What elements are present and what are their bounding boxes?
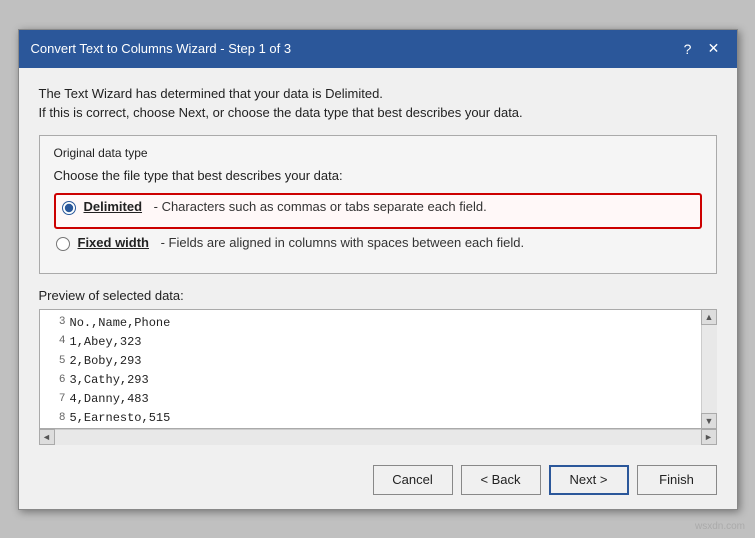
row-num: 4 — [46, 333, 66, 351]
table-row: 6 3,Cathy,293 — [46, 371, 694, 390]
row-content: 1,Abey,323 — [70, 333, 142, 352]
button-row: Cancel < Back Next > Finish — [19, 455, 737, 509]
scroll-thumb-area — [702, 325, 717, 413]
scroll-up-arrow[interactable]: ▲ — [701, 309, 717, 325]
intro-line2: If this is correct, choose Next, or choo… — [39, 103, 717, 123]
back-button[interactable]: < Back — [461, 465, 541, 495]
table-row: 5 2,Boby,293 — [46, 352, 694, 371]
row-num: 8 — [46, 410, 66, 428]
vertical-scrollbar[interactable]: ▲ ▼ — [701, 309, 717, 429]
cancel-button[interactable]: Cancel — [373, 465, 453, 495]
fixed-width-label: Fixed width — [78, 235, 150, 250]
row-num: 3 — [46, 314, 66, 332]
scroll-down-arrow[interactable]: ▼ — [701, 413, 717, 429]
finish-button[interactable]: Finish — [637, 465, 717, 495]
table-row: 3 No.,Name,Phone — [46, 314, 694, 333]
row-num: 7 — [46, 391, 66, 409]
dialog-body: The Text Wizard has determined that your… — [19, 68, 737, 455]
help-button[interactable]: ? — [677, 38, 699, 60]
close-button[interactable]: ✕ — [703, 38, 725, 60]
table-row: 8 5,Earnesto,515 — [46, 409, 694, 428]
delimited-desc: - Characters such as commas or tabs sepa… — [150, 199, 487, 214]
watermark: wsxdn.com — [695, 521, 745, 532]
row-content: 3,Cathy,293 — [70, 371, 149, 390]
title-bar: Convert Text to Columns Wizard - Step 1 … — [19, 30, 737, 68]
delimited-label: Delimited — [84, 199, 143, 214]
row-content: 4,Danny,483 — [70, 390, 149, 409]
h-scroll-thumb-area — [55, 430, 701, 445]
title-bar-buttons: ? ✕ — [677, 38, 725, 60]
preview-label: Preview of selected data: — [39, 288, 717, 303]
preview-box[interactable]: 3 No.,Name,Phone 4 1,Abey,323 5 2,Boby,2… — [39, 309, 717, 429]
preview-scroll-area: 3 No.,Name,Phone 4 1,Abey,323 5 2,Boby,2… — [40, 310, 700, 429]
table-row: 7 4,Danny,483 — [46, 390, 694, 409]
row-content: No.,Name,Phone — [70, 314, 171, 333]
row-num: 5 — [46, 353, 66, 371]
wizard-dialog: Convert Text to Columns Wizard - Step 1 … — [18, 29, 738, 510]
table-row: 4 1,Abey,323 — [46, 333, 694, 352]
fixed-width-option[interactable]: Fixed width - Fields are aligned in colu… — [56, 235, 702, 251]
fixed-width-desc: - Fields are aligned in columns with spa… — [157, 235, 524, 250]
intro-text: The Text Wizard has determined that your… — [39, 84, 717, 123]
preview-container: 3 No.,Name,Phone 4 1,Abey,323 5 2,Boby,2… — [39, 309, 717, 445]
scroll-left-arrow[interactable]: ◄ — [39, 429, 55, 445]
original-data-type-group: Original data type Choose the file type … — [39, 135, 717, 274]
next-button[interactable]: Next > — [549, 465, 629, 495]
scroll-right-arrow[interactable]: ► — [701, 429, 717, 445]
fixed-width-radio[interactable] — [56, 237, 70, 251]
row-content: 2,Boby,293 — [70, 352, 142, 371]
group-label: Original data type — [54, 146, 702, 160]
row-content: 5,Earnesto,515 — [70, 409, 171, 428]
horizontal-scrollbar[interactable]: ◄ ► — [39, 429, 717, 445]
dialog-title: Convert Text to Columns Wizard - Step 1 … — [31, 41, 292, 56]
delimited-option[interactable]: Delimited - Characters such as commas or… — [62, 199, 694, 215]
radio-group-label: Choose the file type that best describes… — [54, 168, 702, 183]
delimited-radio[interactable] — [62, 201, 76, 215]
delimited-option-highlighted: Delimited - Characters such as commas or… — [54, 193, 702, 229]
intro-line1: The Text Wizard has determined that your… — [39, 84, 717, 104]
row-num: 6 — [46, 372, 66, 390]
